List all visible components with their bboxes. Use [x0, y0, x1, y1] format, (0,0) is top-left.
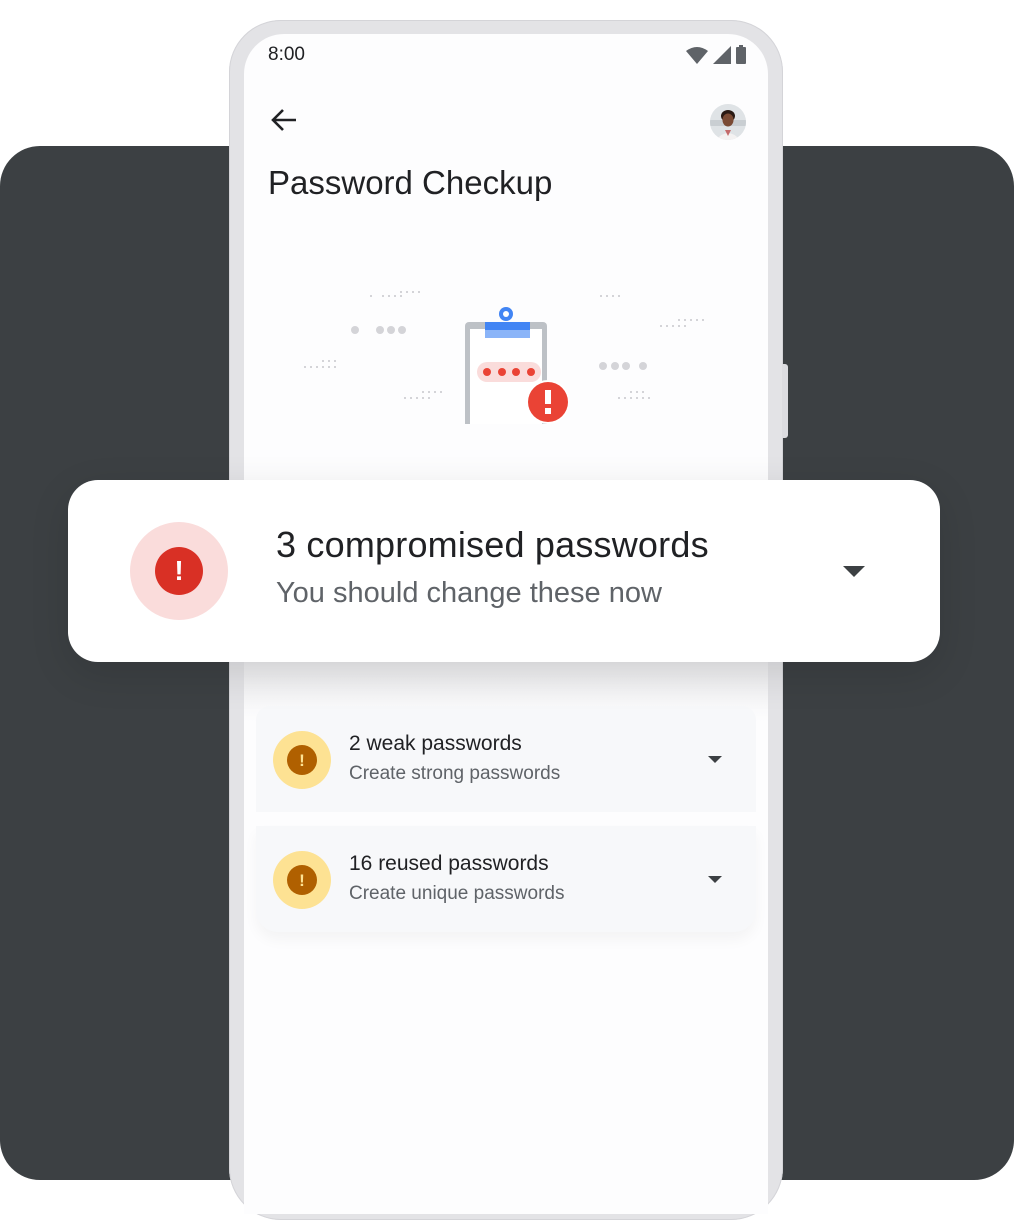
expand-chevron-down-icon[interactable] [708, 756, 722, 763]
expand-chevron-down-icon[interactable] [843, 566, 865, 577]
compromised-title: 3 compromised passwords [276, 524, 709, 565]
reused-passwords-item[interactable]: ! 16 reused passwords Create unique pass… [256, 826, 756, 932]
phone-side-button [782, 364, 788, 438]
warning-icon: ! [287, 745, 317, 775]
arrow-left-icon [271, 108, 297, 137]
item-title: 16 reused passwords [349, 852, 549, 875]
status-icons [686, 45, 746, 69]
status-bar: 8:00 [244, 34, 768, 78]
expand-chevron-down-icon[interactable] [708, 876, 722, 883]
status-time: 8:00 [268, 44, 305, 65]
account-avatar[interactable] [710, 104, 746, 140]
warning-icon: ! [287, 865, 317, 895]
item-title: 2 weak passwords [349, 732, 522, 755]
item-subtitle: Create strong passwords [349, 763, 561, 784]
app-bar [244, 100, 768, 144]
warning-icon-badge: ! [273, 731, 331, 789]
item-subtitle: Create unique passwords [349, 883, 565, 904]
page-title: Password Checkup [268, 164, 553, 201]
wifi-icon [686, 46, 708, 69]
cellular-signal-icon [713, 46, 731, 69]
compromised-subtitle: You should change these now [276, 577, 662, 609]
warning-icon-badge: ! [273, 851, 331, 909]
error-icon: ! [155, 547, 203, 595]
error-icon-badge: ! [130, 522, 228, 620]
battery-icon [736, 45, 746, 69]
back-button[interactable] [266, 104, 302, 140]
compromised-passwords-card[interactable]: ! 3 compromised passwords You should cha… [68, 480, 940, 662]
weak-passwords-item[interactable]: ! 2 weak passwords Create strong passwor… [256, 706, 756, 812]
clipboard-password-alert-illustration [294, 264, 724, 448]
